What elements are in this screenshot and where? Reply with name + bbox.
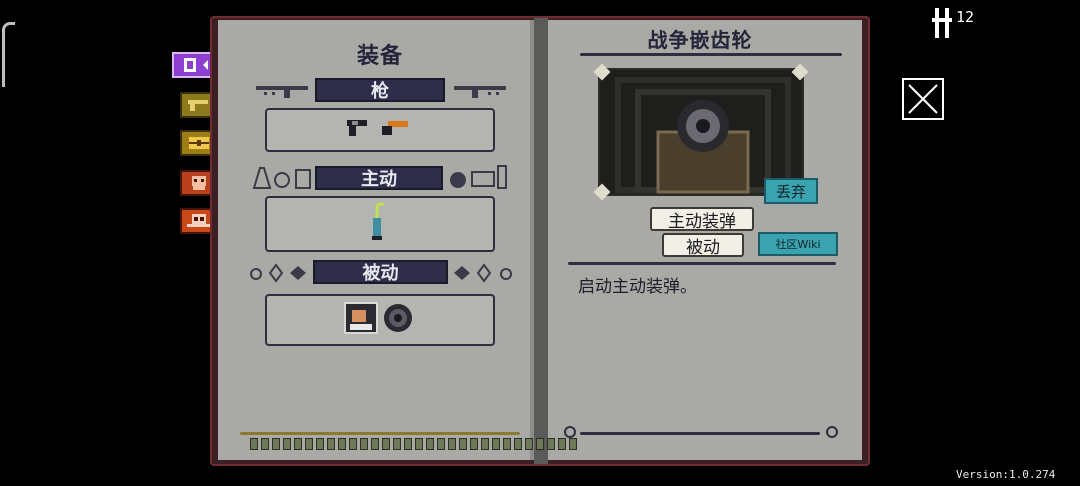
active-deco-right-icons [446,164,512,196]
book-spine [534,18,548,464]
ammo-icon [932,8,952,38]
right-bottom-ornament-left [564,426,576,438]
passive-slot [265,294,495,346]
close-icon [908,84,938,114]
portrait-passive-item-icon[interactable] [344,302,378,334]
title-underline [580,53,842,56]
skull-icon [187,214,211,227]
chest-icon [189,137,209,149]
revolver-item-icon[interactable] [344,116,374,138]
rifle-right-icon [454,86,506,98]
passive-deco-left-icons [248,262,312,288]
npc-icon [192,176,206,190]
section-active-header: 主动 [315,166,443,190]
drop-button[interactable]: 丢弃 [764,178,818,204]
page-title: 装备 [356,44,403,69]
right-bottom-ornament-right [826,426,838,438]
tag-passive: 被动 [662,233,744,258]
orange-gun-item-icon[interactable] [378,118,412,138]
passive-deco-right-icons [452,262,516,288]
section-guns-header: 枪 [315,78,445,102]
screen-edge-bracket [2,22,15,87]
active-item-icon[interactable] [366,202,388,242]
community-wiki-button[interactable]: 社区Wiki [758,232,838,256]
item-description: 启动主动装弹。 [578,277,697,297]
left-bottom-dots [250,438,577,450]
right-bottom-rule [580,432,820,435]
rifle-left-icon [256,86,308,98]
equipment-icon [184,58,208,72]
item-name: 战争嵌齿轮 [647,28,753,52]
section-passive-header: 被动 [313,260,448,284]
version-label: Version:1.0.274 [956,468,1056,481]
ammo-count: 12 [956,8,975,26]
desc-rule [568,262,836,265]
close-button[interactable] [902,78,944,120]
gun-icon [188,100,208,111]
gear-passive-item-icon[interactable] [382,302,414,334]
active-deco-left-icons [250,166,314,196]
tag-active-reload: 主动装弹 [650,207,754,232]
left-bottom-rule [240,432,520,435]
item-preview-scene [598,68,804,196]
